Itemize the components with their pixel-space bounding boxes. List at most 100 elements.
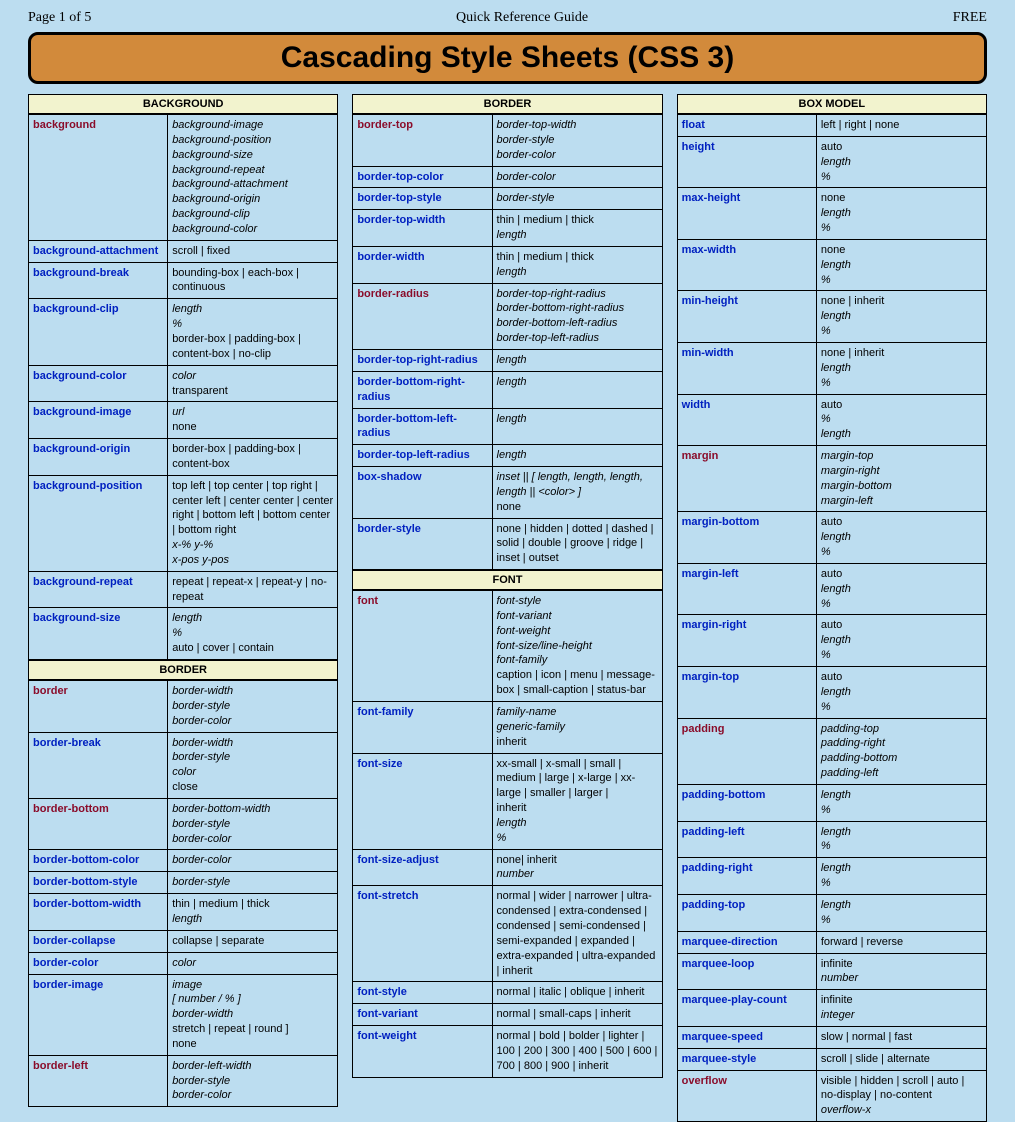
- value-line: auto | cover | contain: [172, 642, 274, 654]
- value-line: length: [821, 207, 851, 219]
- value-line: length: [497, 376, 527, 388]
- value-line: %: [172, 627, 182, 639]
- property-value: autolength%: [816, 512, 986, 564]
- property-value: autolength%: [816, 667, 986, 719]
- value-line: none | inherit: [821, 347, 884, 359]
- property-value: left | right | none: [816, 115, 986, 137]
- value-line: left | right | none: [821, 119, 899, 131]
- property-name: margin-top: [677, 667, 816, 719]
- table-row: padding-bottomlength%: [677, 784, 986, 821]
- value-line: auto: [821, 619, 842, 631]
- property-value: none | inheritlength%: [816, 342, 986, 394]
- property-name: padding-right: [677, 858, 816, 895]
- table-row: float left | right | none: [677, 115, 986, 137]
- value-line: border-bottom-width: [172, 803, 270, 815]
- table-row: border-radiusborder-top-right-radiusbord…: [353, 283, 662, 349]
- value-line: normal | wider | narrower | ultra-conden…: [497, 890, 656, 976]
- value-line: background-position: [172, 134, 271, 146]
- property-name: padding-left: [677, 821, 816, 858]
- property-value: normal | italic | oblique | inherit: [492, 982, 662, 1004]
- table-row: overflowvisible | hidden | scroll | auto…: [677, 1070, 986, 1122]
- property-name: padding-top: [677, 894, 816, 931]
- value-line: border-style: [497, 192, 555, 204]
- property-value: colortransparent: [168, 365, 338, 402]
- value-line: length: [821, 156, 851, 168]
- value-line: number: [821, 972, 858, 984]
- table-row: border-top-styleborder-style: [353, 188, 662, 210]
- value-line: thin | medium | thick: [497, 251, 594, 263]
- value-line: border-width: [172, 1008, 233, 1020]
- value-line: infinite: [821, 958, 853, 970]
- value-line: overflow-x: [821, 1104, 871, 1116]
- content-columns: BACKGROUNDbackgroundbackground-imageback…: [28, 94, 987, 1122]
- property-name: font-size: [353, 753, 492, 849]
- value-line: border-top-width: [497, 119, 577, 131]
- main-title: Cascading Style Sheets (CSS 3): [28, 32, 987, 84]
- value-line: caption | icon | menu | message-box | sm…: [497, 669, 655, 696]
- value-line: border-color: [172, 854, 231, 866]
- property-name: border-bottom-left-radius: [353, 408, 492, 445]
- property-value: border-color: [492, 166, 662, 188]
- property-value: border-bottom-widthborder-styleborder-co…: [168, 798, 338, 850]
- table-row: border-stylenone | hidden | dotted | das…: [353, 518, 662, 570]
- value-line: padding-right: [821, 737, 885, 749]
- property-value: margin-topmargin-rightmargin-bottommargi…: [816, 446, 986, 512]
- table-row: border-leftborder-left-widthborder-style…: [29, 1055, 338, 1107]
- value-line: none | inherit: [821, 295, 884, 307]
- value-line: background-clip: [172, 208, 250, 220]
- table-row: background-imageurlnone: [29, 402, 338, 439]
- doc-subtitle: Quick Reference Guide: [456, 10, 588, 26]
- table-row: paddingpadding-toppadding-rightpadding-b…: [677, 718, 986, 784]
- property-value: thin | medium | thick length: [492, 246, 662, 283]
- property-value: border-left-widthborder-styleborder-colo…: [168, 1055, 338, 1107]
- value-line: auto: [821, 141, 842, 153]
- value-line: border-style: [172, 818, 230, 830]
- value-line: background-size: [172, 149, 253, 161]
- value-line: background-attachment: [172, 178, 288, 190]
- property-value: collapse | separate: [168, 930, 338, 952]
- property-name: font-size-adjust: [353, 849, 492, 886]
- value-line: scroll | slide | alternate: [821, 1053, 930, 1065]
- value-line: color: [172, 957, 196, 969]
- table-row: margin-rightautolength%: [677, 615, 986, 667]
- value-line: length: [497, 354, 527, 366]
- property-table: border-topborder-top-widthborder-stylebo…: [352, 114, 662, 570]
- value-line: generic-family: [497, 721, 565, 733]
- table-row: font-weightnormal | bold | bolder | ligh…: [353, 1026, 662, 1078]
- property-value: border-widthborder-styleborder-color: [168, 681, 338, 733]
- table-row: min-widthnone | inheritlength%: [677, 342, 986, 394]
- property-name: font-stretch: [353, 886, 492, 982]
- property-value: none | inheritlength%: [816, 291, 986, 343]
- value-line: margin-right: [821, 465, 880, 477]
- value-line: border-color: [497, 171, 556, 183]
- property-name: border-color: [29, 952, 168, 974]
- property-name: background-image: [29, 402, 168, 439]
- table-row: font-stylenormal | italic | oblique | in…: [353, 982, 662, 1004]
- value-line: border-color: [172, 1089, 231, 1101]
- property-value: inset || [ length, length, length, lengt…: [492, 467, 662, 519]
- value-line: %: [821, 413, 831, 425]
- property-name: font: [353, 591, 492, 702]
- property-value: border-color: [168, 850, 338, 872]
- table-row: font-stretchnormal | wider | narrower | …: [353, 886, 662, 982]
- value-line: %: [821, 649, 831, 661]
- value-line: infinite: [821, 994, 853, 1006]
- property-name: border-left: [29, 1055, 168, 1107]
- value-line: length: [821, 899, 851, 911]
- value-line: background-origin: [172, 193, 260, 205]
- value-line: border-style: [172, 876, 230, 888]
- table-row: font-size-adjustnone| inheritnumber: [353, 849, 662, 886]
- value-line: length: [497, 266, 527, 278]
- table-row: padding-rightlength%: [677, 858, 986, 895]
- property-name: background-position: [29, 475, 168, 571]
- property-name: background-clip: [29, 299, 168, 365]
- value-line: %: [821, 701, 831, 713]
- value-line: border-width: [172, 685, 233, 697]
- property-name: padding-bottom: [677, 784, 816, 821]
- property-name: font-style: [353, 982, 492, 1004]
- value-line: family-name: [497, 706, 557, 718]
- property-name: float: [677, 115, 816, 137]
- value-line: xx-small | x-small | small | medium | la…: [497, 758, 636, 800]
- page-number: Page 1 of 5: [28, 10, 91, 26]
- property-name: border-bottom: [29, 798, 168, 850]
